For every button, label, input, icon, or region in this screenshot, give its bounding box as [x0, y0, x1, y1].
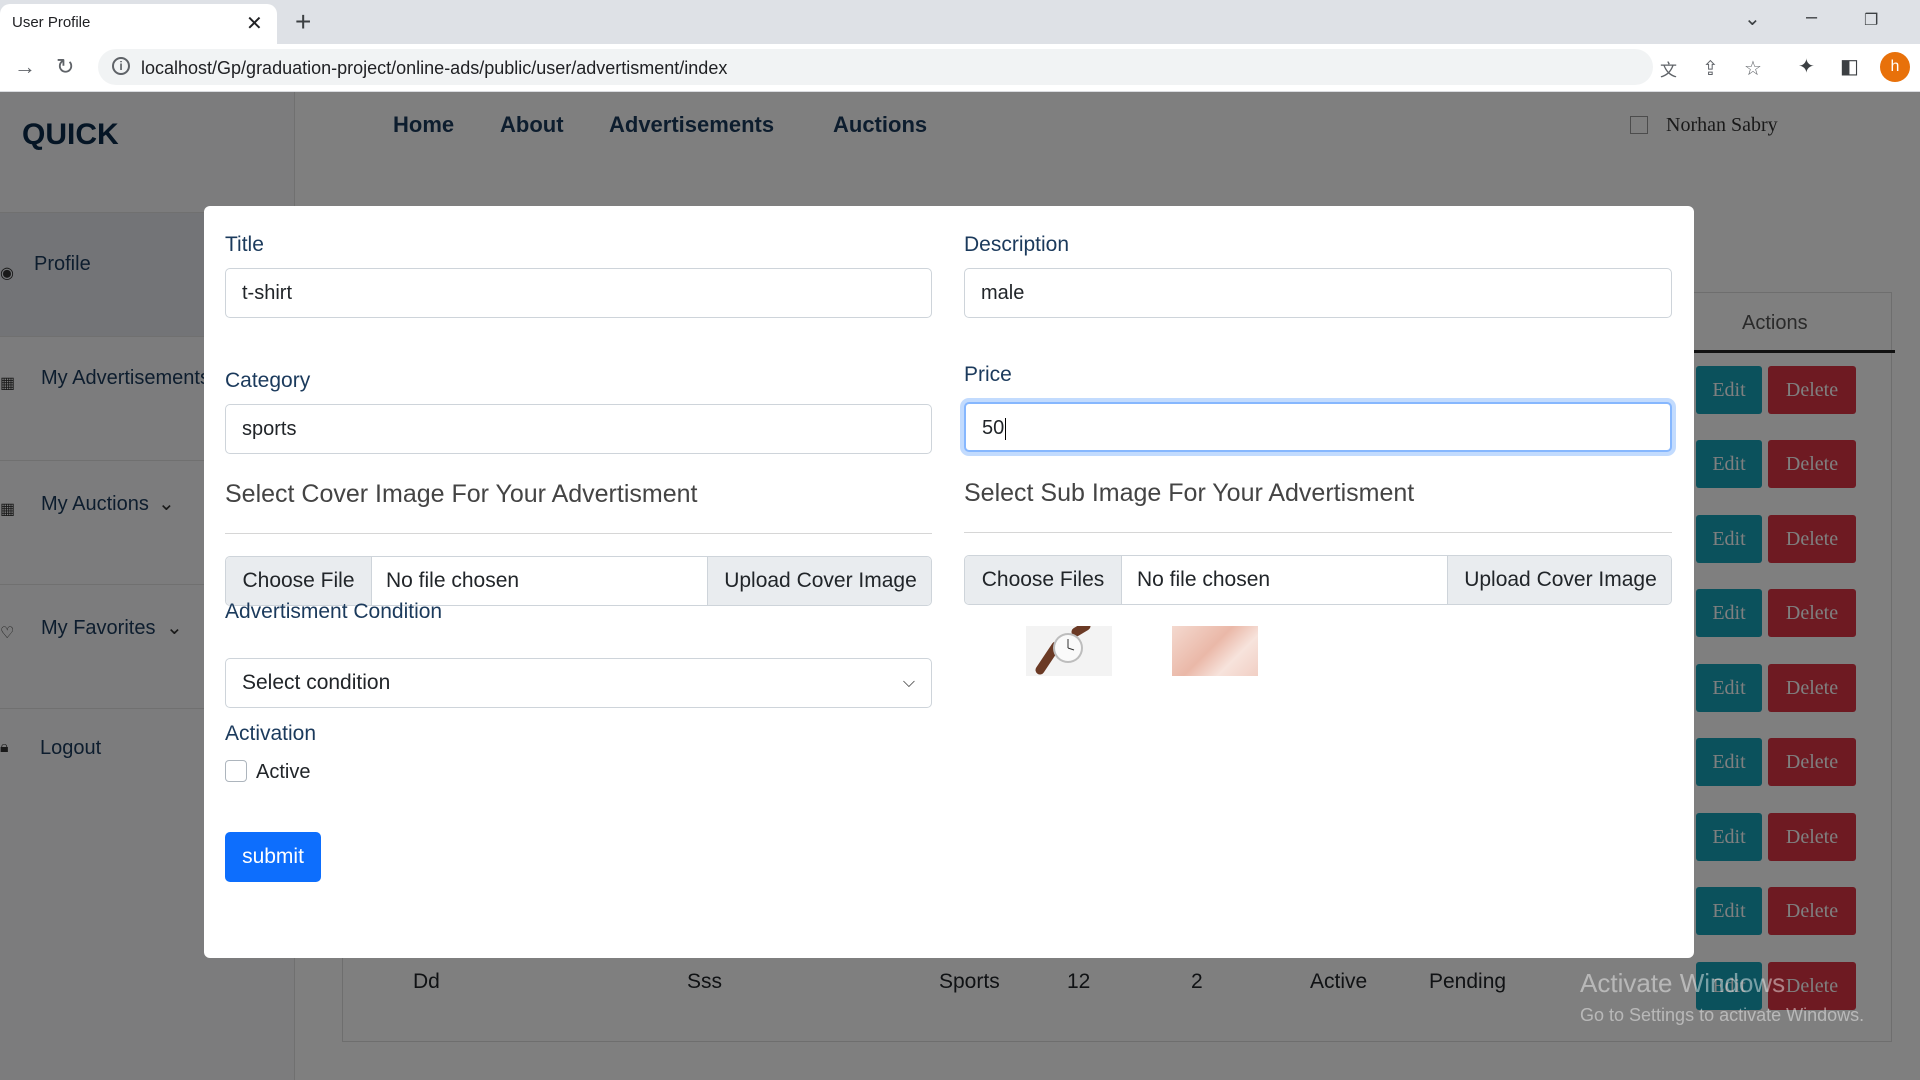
translate-icon[interactable]: 文 [1660, 56, 1677, 81]
cover-image-heading: Select Cover Image For Your Advertisment [225, 480, 698, 508]
active-checkbox[interactable] [225, 760, 247, 782]
text-caret [1005, 417, 1007, 440]
browser-toolbar: → ↻ i localhost/Gp/graduation-project/on… [0, 44, 1920, 92]
url-text[interactable]: localhost/Gp/graduation-project/online-a… [141, 58, 727, 79]
submit-button[interactable]: submit [225, 832, 321, 882]
reload-icon[interactable]: ↻ [56, 54, 74, 80]
sub-image-heading: Select Sub Image For Your Advertisment [964, 479, 1415, 507]
upload-cover-button[interactable]: Upload Cover Image [707, 557, 931, 605]
address-bar[interactable]: i localhost/Gp/graduation-project/online… [98, 49, 1762, 85]
price-label: Price [964, 363, 1012, 386]
browser-tab[interactable]: User Profile ✕ [0, 4, 277, 44]
minimize-icon[interactable]: – [1806, 6, 1817, 29]
condition-label: Advertisment Condition [225, 600, 443, 623]
upload-sub-button[interactable]: Upload Cover Image [1447, 556, 1671, 604]
choose-file-button[interactable]: Choose File [226, 557, 372, 605]
share-icon[interactable]: ⇪ [1702, 56, 1719, 81]
category-label: Category [225, 369, 311, 392]
chevron-down-icon: ⌵ [902, 674, 915, 691]
sub-image-thumbnail-abstract[interactable] [1172, 626, 1258, 676]
cover-divider [225, 533, 932, 534]
page: QUICK ◉ Profile ▦ My Advertisements ▦ My… [0, 92, 1920, 1080]
tab-search-icon[interactable]: ⌄ [1744, 6, 1761, 31]
watch-image [1026, 626, 1112, 676]
description-label: Description [964, 233, 1070, 256]
condition-select[interactable]: Select condition ⌵ [225, 658, 932, 708]
condition-selected: Select condition [242, 671, 391, 694]
no-file-text: No file chosen [1137, 568, 1271, 591]
extensions-icon[interactable]: ✦ [1798, 54, 1815, 79]
activation-label: Activation [225, 722, 317, 745]
side-panel-icon[interactable]: ◧ [1840, 54, 1859, 79]
activate-windows-watermark: Activate Windows [1580, 968, 1786, 998]
edit-advertisement-modal: Title t-shirt Description male Category … [204, 206, 1694, 958]
sub-divider [964, 532, 1672, 533]
price-value: 50 [982, 417, 1005, 439]
choose-files-button[interactable]: Choose Files [965, 556, 1122, 604]
active-checkbox-label[interactable]: Active [256, 761, 310, 784]
sub-file-input[interactable]: Choose Files No file chosen Upload Cover… [964, 555, 1672, 605]
price-input[interactable]: 50 [964, 402, 1672, 452]
cover-file-input[interactable]: Choose File No file chosen Upload Cover … [225, 556, 932, 606]
category-input[interactable]: sports [225, 404, 932, 454]
title-input[interactable]: t-shirt [225, 268, 932, 318]
browser-tabstrip: User Profile ✕ + ⌄ – ❐ [0, 0, 1920, 44]
tab-title: User Profile [12, 14, 91, 31]
description-input[interactable]: male [964, 268, 1672, 318]
sub-image-thumbnail-watch[interactable] [1026, 626, 1112, 676]
new-tab-icon[interactable]: + [295, 6, 311, 38]
activate-windows-hint: Go to Settings to activate Windows. [1580, 1005, 1865, 1025]
site-info-icon[interactable]: i [112, 57, 130, 75]
bookmark-star-icon[interactable]: ☆ [1744, 56, 1762, 81]
forward-icon[interactable]: → [14, 54, 36, 80]
no-file-text: No file chosen [386, 569, 520, 592]
close-tab-icon[interactable]: ✕ [246, 11, 263, 36]
title-label: Title [225, 233, 264, 256]
restore-icon[interactable]: ❐ [1864, 10, 1878, 30]
profile-avatar[interactable]: h [1880, 52, 1910, 82]
